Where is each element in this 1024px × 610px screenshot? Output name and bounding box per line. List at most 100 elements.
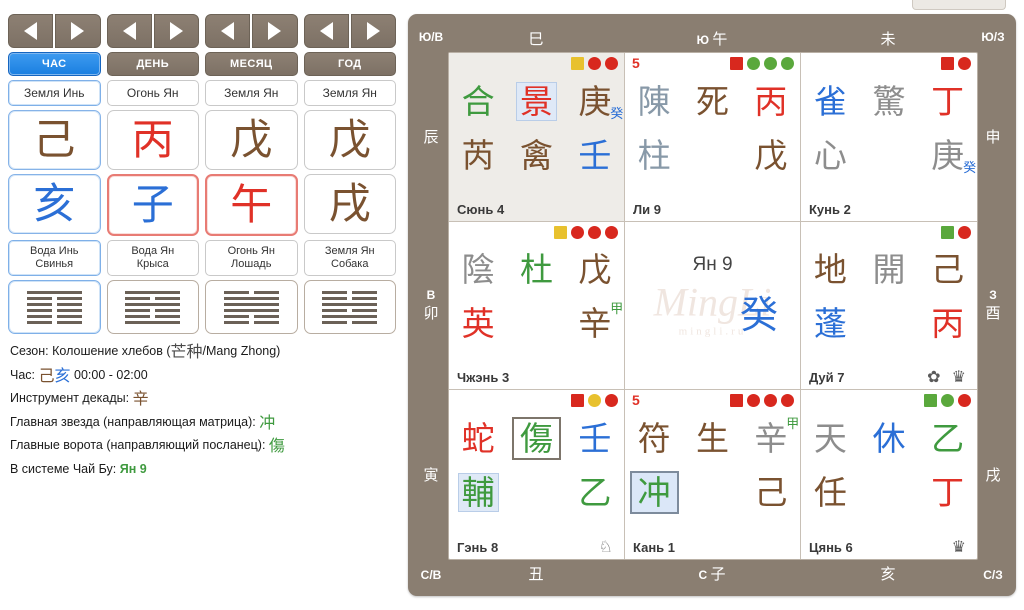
info-star-label: Главная звезда (направляющая матрица): [10, 414, 256, 429]
pillar-3-hexagram[interactable] [205, 280, 298, 334]
hexagram-line-yang [125, 320, 181, 324]
edge-top-1: Ю 午 [696, 30, 728, 48]
cell-row-top: 陰杜戊 [449, 244, 624, 296]
cell-row-bottom-glyph-3: 乙 [578, 472, 612, 512]
edge-corner-northwest: С/З [983, 568, 1003, 582]
info-season-value: Колошение хлебов ( [52, 344, 171, 358]
pillar-2-branch[interactable]: 子 [106, 174, 199, 236]
marker-square [730, 57, 743, 70]
status-markers [554, 225, 618, 239]
cell-row-bottom: 任丁 [801, 466, 977, 518]
pillar-3-next-button[interactable] [252, 14, 298, 48]
pillar-2-stem[interactable]: 丙 [106, 110, 199, 170]
hexagram-segment [125, 296, 151, 300]
hexagram-line-yang [125, 290, 181, 294]
pillar-2-hexagram[interactable] [106, 280, 199, 334]
pillar-1-next-button[interactable] [55, 14, 101, 48]
palace-cell-1[interactable]: 合景庚癸芮禽壬 Сюнь 4 [449, 53, 625, 222]
edge-corner-southeast: Ю/В [418, 30, 444, 44]
marker-circle [605, 225, 618, 239]
palace-cell-4[interactable]: 陰杜戊英 辛甲 Чжэнь 3 [449, 221, 625, 391]
hexagram-line-yin [322, 290, 378, 294]
hexagram-segment [155, 314, 181, 318]
edge-left-1: В卯 [423, 288, 439, 322]
arrow-right-icon [71, 22, 85, 40]
pillar-1-branch[interactable]: 亥 [8, 174, 101, 234]
edge-branch-left-1: 卯 [423, 304, 439, 322]
hexagram-segment [223, 320, 249, 324]
hexagram-line-yang [26, 290, 82, 294]
hexagram-segment [155, 296, 181, 300]
cell-row-bottom-glyph-3: 壬 [578, 135, 612, 175]
cell-row-top-glyph-2: 傷 [511, 416, 561, 460]
arrow-right-icon [366, 22, 380, 40]
marker-circle [605, 57, 618, 70]
hexagram-segment [253, 314, 279, 318]
marker-circle [571, 225, 584, 239]
hexagram-line-yin [322, 296, 378, 300]
cell-row-top: 雀驚丁 [801, 75, 977, 127]
palace-cell-6[interactable]: 地開己蓬丙 Дуй 7 ✿ ♛ [801, 222, 977, 391]
info-block: Сезон: Колошение хлебов (芒种/Mang Zhong) … [10, 340, 400, 480]
cell-row-top-glyph-3: 壬 [578, 418, 612, 458]
pillar-3-stem[interactable]: 戊 [205, 110, 298, 170]
info-star-value: 冲 [259, 412, 276, 432]
pillar-1-stem[interactable]: 己 [8, 110, 101, 170]
edge-bottom-0: 丑 [448, 563, 624, 584]
cell-row-bottom-glyph-1: 任 [813, 472, 847, 512]
cell-row-top-glyph-1: 符 [637, 418, 671, 458]
cell-row-bottom-glyph-3: 庚癸 [931, 135, 977, 176]
pillar-4-next-button[interactable] [350, 14, 396, 48]
hexagram-segment [253, 290, 279, 294]
pillar-4-tab[interactable]: ГОД [303, 52, 396, 76]
pillar-4-prev-button[interactable] [303, 14, 349, 48]
palace-label: Гэнь 8 [457, 540, 499, 555]
pillar-hexagram-row [8, 280, 396, 334]
pillar-2-next-button[interactable] [153, 14, 199, 48]
pillar-2-prev-button[interactable] [106, 14, 152, 48]
pillar-3-branch[interactable]: 午 [205, 174, 298, 236]
palace-cell-2[interactable]: 5 陳死丙柱戊 Ли 9 [625, 53, 801, 222]
pillar-4-stem[interactable]: 戊 [303, 110, 396, 170]
pillar-1-prev-button[interactable] [8, 14, 54, 48]
four-pillars-grid: ЧАС ДЕНЬ МЕСЯЦ ГОД Земля Инь Огонь Ян Земля Я… [8, 14, 396, 338]
pillar-1-name-line2: Свинья [35, 258, 74, 270]
pillar-2-tab[interactable]: ДЕНЬ [106, 52, 199, 76]
hexagram-segment [322, 320, 348, 324]
palace-cell-8[interactable]: 5 符生辛甲冲己 Кань 1 [625, 390, 801, 559]
hexagram-segment [125, 308, 151, 312]
hexagram-segment [253, 320, 279, 324]
palace-cell-9[interactable]: 天休乙任丁 Цянь 6 ♛ [801, 390, 977, 559]
hexagram-line-yin [26, 320, 82, 324]
pillar-4-branch[interactable]: 戌 [303, 174, 396, 234]
arrow-left-icon [319, 22, 333, 40]
cell-row-top-glyph-3: 戊 [578, 250, 612, 290]
edge-top-2: 未 [800, 28, 976, 49]
palace-cell-7[interactable]: 蛇傷壬輔乙 Гэнь 8 ♘ [449, 390, 625, 559]
hexagram-segment [125, 314, 151, 318]
pillar-3-tab[interactable]: МЕСЯЦ [205, 52, 298, 76]
cell-row-top-glyph-2: 死 [695, 81, 729, 121]
palace-label: Чжэнь 3 [457, 370, 510, 386]
cell-row-top-glyph-1: 陳 [637, 81, 671, 121]
hexagram-line-yin [26, 296, 82, 300]
pillar-1-tab[interactable]: ЧАС [8, 52, 101, 76]
hexagram-segment [322, 308, 348, 312]
cell-row-top: 符生辛甲 [625, 412, 800, 464]
pillar-2-name-line2: Крыса [136, 258, 169, 270]
marker-circle [781, 57, 794, 70]
marker-circle [588, 394, 601, 408]
pillar-1-hexagram[interactable] [8, 280, 101, 334]
pillar-3-prev-button[interactable] [205, 14, 251, 48]
status-markers [571, 394, 618, 408]
info-hour-label: Час: [10, 367, 36, 382]
palace-cell-5[interactable]: MingLi mingli.ru Ян 9癸 [625, 221, 801, 391]
cell-row-bottom: 芮禽壬 [449, 129, 624, 181]
pillar-4-hexagram[interactable] [303, 280, 396, 334]
edge-left-0: 辰 [414, 52, 448, 221]
pillar-4-name-line2: Собака [331, 258, 369, 270]
cell-row-top-glyph-1: 地 [813, 250, 847, 290]
palace-cell-3[interactable]: 雀驚丁心 庚癸 Кунь 2 [801, 53, 977, 222]
pillar-3-name-line1: Огонь Ян [227, 245, 275, 257]
center-stem: 癸 [739, 292, 778, 337]
